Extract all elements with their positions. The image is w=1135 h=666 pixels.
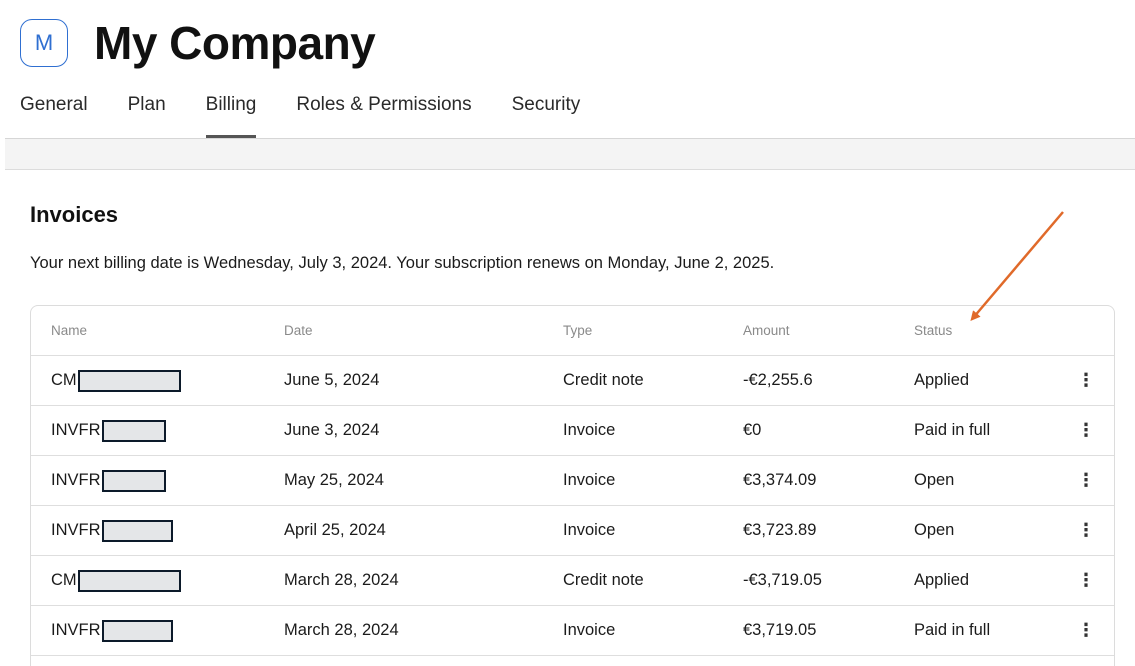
row-more-icon[interactable]: ⋮ — [1077, 606, 1095, 655]
tab-security[interactable]: Security — [512, 88, 581, 138]
row-more-icon[interactable]: ⋮ — [1077, 406, 1095, 455]
redacted-id — [101, 619, 173, 642]
company-avatar: M — [20, 19, 68, 67]
invoice-amount: €0 — [743, 421, 762, 439]
page-header: M My Company — [20, 16, 376, 70]
invoice-amount: -€2,255.6 — [743, 371, 813, 389]
invoices-title: Invoices — [30, 202, 119, 227]
tab-general[interactable]: General — [20, 88, 88, 138]
invoice-amount: €3,723.89 — [743, 521, 817, 539]
invoice-date: March 28, 2024 — [284, 571, 399, 589]
redacted-id — [77, 369, 181, 392]
billing-date-note: Your next billing date is Wednesday, Jul… — [30, 254, 775, 272]
tab-roles-permissions[interactable]: Roles & Permissions — [296, 88, 471, 138]
table-row[interactable]: INVFR May 25, 2024 Invoice €3,374.09 Ope… — [31, 456, 1114, 506]
invoice-status: Paid in full — [914, 421, 991, 439]
row-more-icon[interactable]: ⋮ — [1077, 556, 1095, 605]
invoice-name: INVFR — [51, 406, 166, 455]
invoice-name-prefix: INVFR — [51, 521, 101, 539]
redacted-id — [101, 419, 166, 442]
invoice-name-prefix: CM — [51, 571, 77, 589]
invoice-type: Credit note — [563, 371, 644, 389]
invoice-name-prefix: INVFR — [51, 621, 101, 639]
column-header-type[interactable]: Type — [563, 306, 592, 355]
table-row[interactable]: CM March 28, 2024 Credit note -€3,719.05… — [31, 556, 1114, 606]
column-header-amount[interactable]: Amount — [743, 306, 790, 355]
invoice-date: June 5, 2024 — [284, 371, 380, 389]
invoice-date: April 25, 2024 — [284, 521, 386, 539]
invoice-status: Open — [914, 471, 955, 489]
invoice-amount: €3,719.05 — [743, 621, 817, 639]
invoice-name-prefix: CM — [51, 371, 77, 389]
table-row[interactable]: INVFR April 25, 2024 Invoice €3,723.89 O… — [31, 506, 1114, 556]
row-more-icon[interactable]: ⋮ — [1077, 456, 1095, 505]
invoice-name: INVFR — [51, 456, 166, 505]
invoice-date: June 3, 2024 — [284, 421, 380, 439]
redacted-id — [101, 469, 166, 492]
column-header-status[interactable]: Status — [914, 306, 952, 355]
invoice-status: Paid in full — [914, 621, 991, 639]
redacted-id — [77, 569, 181, 592]
column-header-name[interactable]: Name — [51, 306, 87, 355]
table-row[interactable]: INVFR March 28, 2024 Invoice €3,719.05 P… — [31, 606, 1114, 656]
invoice-name: INVFR — [51, 506, 173, 555]
invoice-status: Applied — [914, 371, 970, 389]
invoice-type: Invoice — [563, 421, 616, 439]
settings-tabs: General Plan Billing Roles & Permissions… — [20, 88, 620, 138]
invoice-date: March 28, 2024 — [284, 621, 399, 639]
tab-plan[interactable]: Plan — [128, 88, 166, 138]
invoice-status: Open — [914, 521, 955, 539]
redacted-id — [101, 519, 173, 542]
page-title: My Company — [94, 17, 376, 69]
invoice-type: Credit note — [563, 571, 644, 589]
table-row[interactable]: INVFR June 3, 2024 Invoice €0 Paid in fu… — [31, 406, 1114, 456]
invoice-status: Applied — [914, 571, 970, 589]
row-more-icon[interactable]: ⋮ — [1077, 506, 1095, 555]
table-header-row: Name Date Type Amount Status — [31, 306, 1114, 356]
invoices-table: Name Date Type Amount Status CM June 5, … — [30, 305, 1115, 666]
invoice-type: Invoice — [563, 621, 616, 639]
row-more-icon[interactable]: ⋮ — [1077, 356, 1095, 405]
content-banner — [5, 139, 1135, 170]
invoice-type: Invoice — [563, 521, 616, 539]
invoice-name-prefix: INVFR — [51, 471, 101, 489]
invoice-date: May 25, 2024 — [284, 471, 384, 489]
invoice-amount: -€3,719.05 — [743, 571, 822, 589]
invoice-name: CM — [51, 556, 181, 605]
invoice-amount: €3,374.09 — [743, 471, 817, 489]
table-row[interactable]: CM June 5, 2024 Credit note -€2,255.6 Ap… — [31, 356, 1114, 406]
invoice-type: Invoice — [563, 471, 616, 489]
tab-billing[interactable]: Billing — [205, 88, 256, 138]
column-header-date[interactable]: Date — [284, 306, 313, 355]
invoice-name-prefix: INVFR — [51, 421, 101, 439]
invoice-name: CM — [51, 356, 181, 405]
invoice-name: INVFR — [51, 606, 173, 655]
